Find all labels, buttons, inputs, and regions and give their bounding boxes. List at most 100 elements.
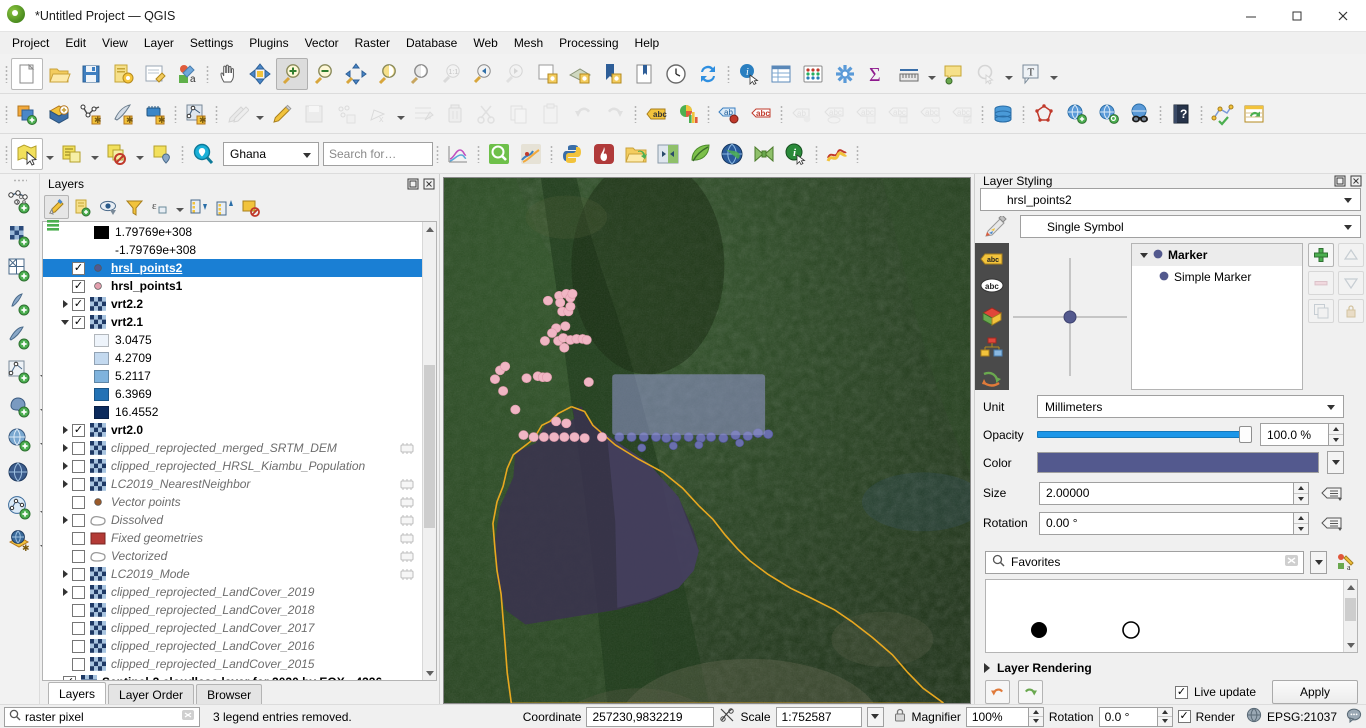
search-layers-icon[interactable] xyxy=(483,138,515,170)
add-arcgis-layer-icon[interactable]: ✱ xyxy=(3,525,37,559)
layer-tree-row[interactable]: clipped_reprojected_LandCover_2017 xyxy=(43,619,422,637)
chevron-down-icon[interactable] xyxy=(58,313,72,331)
layer-visibility-checkbox[interactable] xyxy=(72,315,85,329)
rotation-spinbox[interactable]: 0.0 ° xyxy=(1098,706,1173,727)
pan-map-icon[interactable] xyxy=(212,58,244,90)
edits-dropdown-icon[interactable] xyxy=(253,98,266,130)
size-data-defined-override-icon[interactable] xyxy=(1319,481,1344,505)
bookmark-add-icon[interactable] xyxy=(596,58,628,90)
unit-combo[interactable]: Millimeters xyxy=(1037,395,1344,418)
live-update-checkbox[interactable] xyxy=(1174,685,1188,699)
profile-tool-icon[interactable] xyxy=(821,138,853,170)
new-project-icon[interactable] xyxy=(11,57,43,90)
show-bookmarks-icon[interactable] xyxy=(628,58,660,90)
chevron-right-icon[interactable] xyxy=(58,421,72,439)
paste-features-icon[interactable] xyxy=(535,98,567,130)
layer-tree-row[interactable]: 16.4552 xyxy=(43,403,422,421)
layer-filter-indicator-icon[interactable] xyxy=(398,568,416,581)
add-postgis-layer-icon[interactable] xyxy=(3,389,37,423)
undo-icon[interactable] xyxy=(567,98,599,130)
toolbar-handle[interactable] xyxy=(1156,101,1165,127)
crs-globe-icon[interactable] xyxy=(1246,707,1262,726)
map-tips-icon[interactable] xyxy=(938,58,970,90)
color-dropdown-icon[interactable] xyxy=(1327,451,1344,474)
layer-tree-row[interactable]: 6.3969 xyxy=(43,385,422,403)
add-wcs-layer-icon[interactable] xyxy=(3,457,37,491)
current-edits-icon[interactable] xyxy=(221,98,253,130)
layer-tree-row[interactable]: LC2019_NearestNeighbor xyxy=(43,475,422,493)
zoom-last-icon[interactable] xyxy=(468,58,500,90)
toolbar-handle[interactable] xyxy=(547,141,556,167)
favorites-search-input[interactable]: Favorites xyxy=(985,550,1304,574)
chevron-right-icon[interactable] xyxy=(58,457,72,475)
add-vector-tile-layer-icon[interactable] xyxy=(3,355,37,389)
manage-visibility-icon[interactable] xyxy=(96,195,121,219)
size-spinbox[interactable]: 2.00000 xyxy=(1039,481,1309,505)
move-label-diagram-icon[interactable]: abc xyxy=(882,98,914,130)
layer-visibility-checkbox[interactable] xyxy=(72,639,85,653)
menu-layer[interactable]: Layer xyxy=(136,34,182,52)
refresh-icon[interactable] xyxy=(692,58,724,90)
add-raster-layer-icon[interactable] xyxy=(43,98,75,130)
copy-features-icon[interactable] xyxy=(503,98,535,130)
layer-tree-row[interactable]: clipped_reprojected_HRSL_Kiambu_Populati… xyxy=(43,457,422,475)
zoom-in-icon[interactable] xyxy=(276,57,308,90)
chevron-right-icon[interactable] xyxy=(58,511,72,529)
layer-tree-row[interactable]: hrsl_points1 xyxy=(43,277,422,295)
rotation-spinbox[interactable]: 0.00 ° xyxy=(1039,511,1309,535)
locator-search-input[interactable]: Search for… xyxy=(323,141,433,166)
change-label-icon[interactable]: abc xyxy=(850,98,882,130)
add-wfs-layer-icon[interactable] xyxy=(3,491,37,525)
layer-filter-indicator-icon[interactable] xyxy=(398,550,416,563)
layer-selector-combo[interactable]: hrsl_points2 xyxy=(980,188,1361,211)
layer-visibility-checkbox[interactable] xyxy=(72,297,85,311)
open-layer-styling-icon[interactable] xyxy=(44,195,69,219)
layer-tree-row[interactable]: 4.2709 xyxy=(43,349,422,367)
filled-circle-marker[interactable] xyxy=(1028,619,1050,644)
layer-tree-row[interactable]: Vectorized xyxy=(43,547,422,565)
apply-button[interactable]: Apply xyxy=(1272,680,1358,704)
layer-tree-row[interactable]: vrt2.2 xyxy=(43,295,422,313)
pan-to-selection-icon[interactable] xyxy=(244,58,276,90)
show-unplaced-labels-icon[interactable] xyxy=(970,58,1002,90)
gallery-scrollbar[interactable] xyxy=(1343,580,1357,652)
menu-web[interactable]: Web xyxy=(465,34,505,52)
chevron-right-icon[interactable] xyxy=(58,583,72,601)
help-icon[interactable]: ? xyxy=(1165,98,1197,130)
layer-tree-row[interactable]: Dissolved xyxy=(43,511,422,529)
measure-line-icon[interactable] xyxy=(893,58,925,90)
field-calculator-icon[interactable] xyxy=(797,58,829,90)
label-layer-icon[interactable]: abc xyxy=(640,98,672,130)
add-vector-layer-icon[interactable] xyxy=(3,185,37,219)
toolbar-handle[interactable] xyxy=(777,101,786,127)
vertex-tool-icon[interactable] xyxy=(407,98,439,130)
qgis2web-icon[interactable] xyxy=(515,138,547,170)
toolbar-handle[interactable] xyxy=(1197,101,1206,127)
layer-tree-row[interactable]: clipped_reprojected_LandCover_2018 xyxy=(43,601,422,619)
menu-database[interactable]: Database xyxy=(398,34,465,52)
select-features-icon[interactable] xyxy=(11,137,43,170)
pin-feature-icon[interactable]: abc xyxy=(946,98,978,130)
toolbar-handle[interactable] xyxy=(978,101,987,127)
layer-tree[interactable]: 1.79769e+308 -1.79769e+308 hrsl_points2hrs… xyxy=(43,222,422,680)
menu-view[interactable]: View xyxy=(94,34,136,52)
opacity-value-spinbox[interactable]: 100.0 % xyxy=(1260,423,1344,446)
toolbar-handle[interactable] xyxy=(2,101,11,127)
add-delimited-text-layer-icon[interactable] xyxy=(3,253,37,287)
layer-visibility-checkbox[interactable] xyxy=(72,657,85,671)
clear-icon[interactable] xyxy=(1284,554,1299,570)
metasearch-zoom-icon[interactable] xyxy=(1092,98,1124,130)
layer-tree-row[interactable]: clipped_reprojected_merged_SRTM_DEM xyxy=(43,439,422,457)
masks-icon[interactable]: abc xyxy=(979,277,1005,293)
add-spatialite-layer-icon[interactable]: ✱ xyxy=(107,98,139,130)
zoom-to-selection-icon[interactable] xyxy=(372,58,404,90)
modify-attributes-icon[interactable]: x xyxy=(362,98,394,130)
status-locator-input[interactable]: raster pixel xyxy=(4,706,200,727)
scale-dropdown-icon[interactable] xyxy=(866,706,884,727)
scale-field[interactable]: 1:752587 xyxy=(775,706,862,727)
save-layer-edits-icon[interactable] xyxy=(298,98,330,130)
toolbar-handle[interactable] xyxy=(853,141,862,167)
crs-label[interactable]: EPSG:21037 xyxy=(1267,710,1337,724)
locator-search-icon[interactable] xyxy=(187,138,219,170)
add-mesh-layer-icon[interactable] xyxy=(3,321,37,355)
